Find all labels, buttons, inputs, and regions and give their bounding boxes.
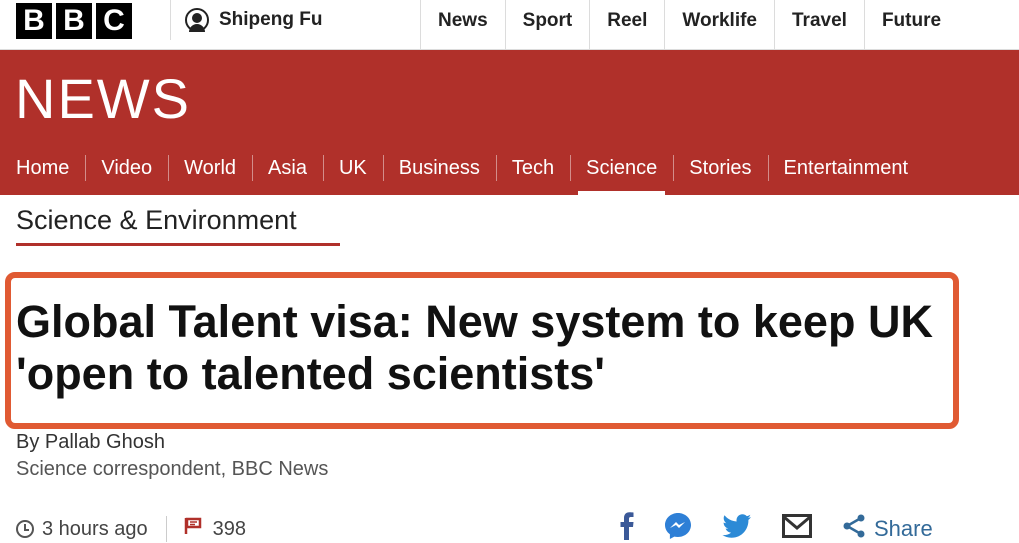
- bbc-logo[interactable]: B B C: [16, 3, 132, 39]
- news-nav-uk[interactable]: UK: [322, 144, 383, 195]
- comment-count[interactable]: 398: [213, 518, 246, 541]
- news-nav-tech[interactable]: Tech: [495, 144, 570, 195]
- global-nav: News Sport Reel Worklife Travel Future: [420, 0, 958, 50]
- news-nav-stories[interactable]: Stories: [673, 144, 767, 195]
- news-nav-business[interactable]: Business: [382, 144, 496, 195]
- news-nav: Home Video World Asia UK Business Tech S…: [0, 144, 1019, 195]
- global-nav-reel[interactable]: Reel: [589, 0, 664, 50]
- global-nav-sport[interactable]: Sport: [504, 0, 590, 50]
- timestamp: 3 hours ago: [42, 517, 148, 540]
- news-nav-asia[interactable]: Asia: [252, 144, 323, 195]
- news-masthead: NEWS Home Video World Asia UK Business T…: [0, 50, 1019, 195]
- account-name: Shipeng Fu: [219, 9, 323, 30]
- comment-icon[interactable]: [183, 516, 203, 542]
- logo-letter: B: [16, 3, 52, 39]
- byline-author: By Pallab Ghosh: [16, 431, 165, 453]
- logo-letter: C: [96, 3, 132, 39]
- messenger-icon[interactable]: [664, 512, 692, 543]
- account-link[interactable]: Shipeng Fu: [170, 0, 322, 40]
- share-label[interactable]: Share: [874, 516, 933, 542]
- section-underline: [16, 243, 340, 246]
- news-nav-home[interactable]: Home: [0, 144, 85, 195]
- global-header: B B C Shipeng Fu News Sport Reel Worklif…: [0, 0, 1019, 50]
- global-nav-future[interactable]: Future: [863, 0, 958, 50]
- news-nav-entertainment[interactable]: Entertainment: [767, 144, 925, 195]
- news-nav-science[interactable]: Science: [570, 144, 673, 195]
- news-nav-world[interactable]: World: [168, 144, 252, 195]
- email-icon[interactable]: [782, 514, 812, 543]
- news-nav-video[interactable]: Video: [85, 144, 168, 195]
- twitter-icon[interactable]: [722, 514, 752, 543]
- clock-icon: [16, 520, 34, 538]
- meta-divider: [165, 516, 167, 542]
- byline-role: Science correspondent, BBC News: [16, 458, 329, 480]
- user-icon: [185, 8, 209, 32]
- share-icon[interactable]: [842, 514, 866, 543]
- global-nav-news[interactable]: News: [420, 0, 505, 50]
- logo-letter: B: [56, 3, 92, 39]
- share-tools: Share: [620, 512, 933, 543]
- section-title[interactable]: Science & Environment: [16, 205, 297, 236]
- news-wordmark[interactable]: NEWS: [15, 66, 191, 131]
- facebook-icon[interactable]: [620, 512, 634, 543]
- article-meta: 3 hours ago 398: [16, 516, 246, 542]
- global-nav-worklife[interactable]: Worklife: [664, 0, 774, 50]
- global-nav-travel[interactable]: Travel: [774, 0, 864, 50]
- article-headline: Global Talent visa: New system to keep U…: [16, 296, 933, 399]
